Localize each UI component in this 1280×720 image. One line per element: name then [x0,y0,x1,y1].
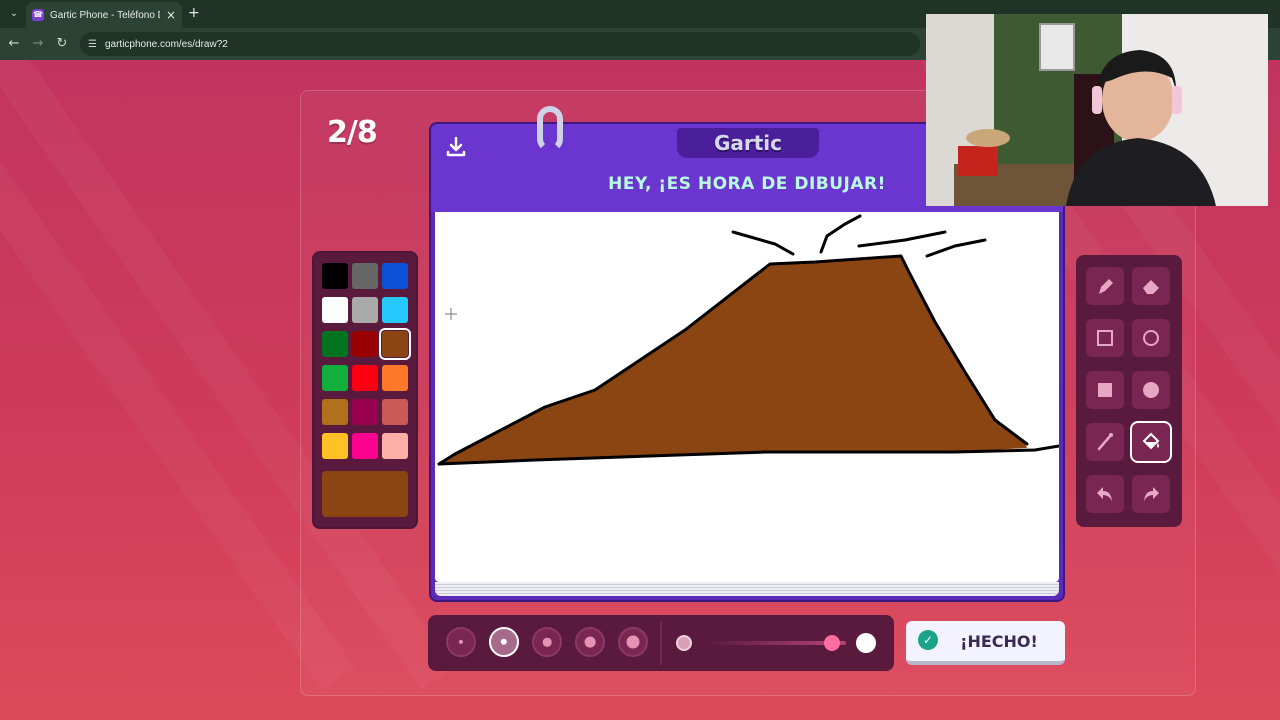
color-swatch[interactable] [322,365,348,391]
brush-size-4-button[interactable] [575,627,605,657]
color-swatch[interactable] [382,263,408,289]
brush-size-dot [500,638,508,646]
opacity-min-icon [676,635,692,651]
color-swatch[interactable] [352,331,378,357]
tool-fill-button[interactable] [1132,423,1170,461]
webcam-feed-image [926,14,1268,206]
brush-size-1-button[interactable] [446,627,476,657]
gartic-favicon-icon: ☎ [32,9,44,21]
check-icon: ✓ [918,630,938,650]
smoke-stroke [731,230,795,256]
brush-size-5-button[interactable] [618,627,648,657]
color-swatch[interactable] [352,433,378,459]
color-swatch[interactable] [352,399,378,425]
round-counter: 2/8 [327,115,378,150]
color-swatch[interactable] [382,297,408,323]
notebook-ring [537,106,563,152]
brush-size-2-button[interactable] [489,627,519,657]
volcano-drawing [437,214,1059,466]
color-swatch[interactable] [382,365,408,391]
brush-size-dot [626,635,640,649]
forward-button[interactable]: → [30,36,46,51]
done-button[interactable]: ✓ ¡HECHO! [906,621,1065,665]
volcano-fill [439,256,1027,464]
tool-pencil-button[interactable] [1086,267,1124,305]
tool-eraser-button[interactable] [1132,267,1170,305]
url-field[interactable]: ☰ garticphone.com/es/draw?2 [80,32,920,56]
tool-redo-button[interactable] [1132,475,1170,513]
crosshair-cursor-icon [445,308,457,320]
tool-rectangle-outline-button[interactable] [1086,319,1124,357]
color-swatch[interactable] [322,331,348,357]
tool-rectangle-filled-button[interactable] [1086,371,1124,409]
browser-tab[interactable]: ☎ Gartic Phone - Teléfono Descon × [26,2,182,28]
eraser-icon [1143,280,1159,294]
square-outline-icon [1097,330,1113,346]
smoke-stroke [925,238,987,258]
reload-button[interactable]: ↻ [54,36,70,51]
done-label: ¡HECHO! [960,631,1038,651]
drawing-canvas[interactable] [435,212,1059,582]
tab-close-icon[interactable]: × [166,8,176,22]
brush-size-3-button[interactable] [532,627,562,657]
paper-edge [435,582,1059,596]
color-swatch[interactable] [322,433,348,459]
color-swatch[interactable] [379,328,411,360]
tab-search-button[interactable]: ⌄ [6,6,22,22]
color-swatch[interactable] [322,399,348,425]
paint-bucket-icon [1142,432,1160,450]
webcam-overlay [926,14,1268,206]
tool-ellipse-filled-button[interactable] [1132,371,1170,409]
brush-size-dot [542,637,552,647]
color-swatches [322,263,411,459]
color-palette [312,251,418,529]
color-swatch[interactable] [382,433,408,459]
url-text: garticphone.com/es/draw?2 [104,38,228,50]
tool-undo-button[interactable] [1086,475,1124,513]
smoke-stroke [857,230,947,248]
smoke-stroke [819,214,862,254]
color-swatch[interactable] [322,297,348,323]
undo-icon [1097,487,1112,501]
site-settings-icon[interactable]: ☰ [88,39,97,50]
color-swatch[interactable] [322,263,348,289]
new-tab-button[interactable]: + [188,5,200,21]
controls-divider [660,621,662,665]
tool-panel [1076,255,1182,527]
color-swatch[interactable] [352,263,378,289]
logo-plate: Gartic [677,128,819,158]
opacity-max-icon [856,633,876,653]
brush-size-dot [584,636,596,648]
redo-icon [1144,487,1159,501]
brush-size-dot [458,639,464,645]
download-icon[interactable] [445,136,467,163]
circle-filled-icon [1143,382,1159,398]
line-icon [1097,433,1113,451]
square-filled-icon [1098,383,1112,397]
back-button[interactable]: ← [6,36,22,51]
color-swatch[interactable] [382,399,408,425]
circle-outline-icon [1143,330,1159,346]
current-color-preview [322,471,408,517]
tool-line-button[interactable] [1086,423,1124,461]
tool-ellipse-outline-button[interactable] [1132,319,1170,357]
pencil-icon [1099,279,1113,294]
color-swatch[interactable] [352,365,378,391]
color-swatch[interactable] [352,297,378,323]
tool-grid [1086,267,1170,513]
brush-controls [428,615,894,671]
gartic-logo: Gartic [713,131,783,155]
tab-title: Gartic Phone - Teléfono Descon [50,9,160,21]
opacity-slider-thumb[interactable] [824,635,840,651]
